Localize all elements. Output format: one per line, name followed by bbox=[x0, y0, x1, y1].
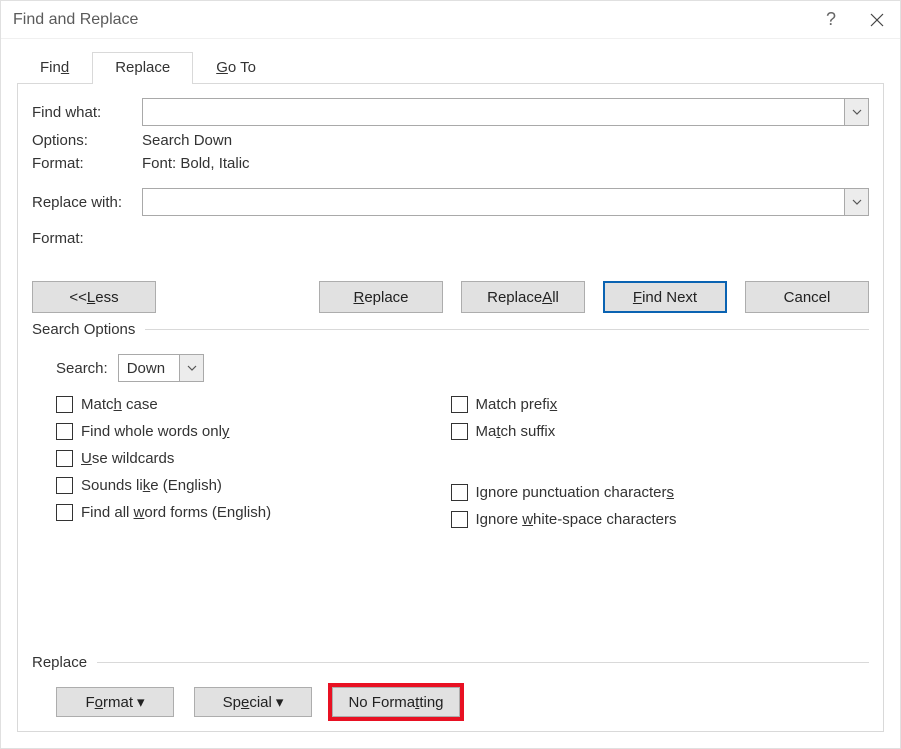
find-what-dropdown[interactable] bbox=[844, 99, 868, 125]
chevron-down-icon bbox=[187, 365, 197, 371]
search-direction-select[interactable]: Down bbox=[118, 354, 204, 382]
checkbox-icon bbox=[451, 511, 468, 528]
chevron-down-icon bbox=[852, 199, 862, 205]
less-button[interactable]: << Less bbox=[32, 281, 156, 313]
checkbox-columns: Match case Find whole words only Use wil… bbox=[32, 396, 869, 538]
match-suffix-checkbox[interactable]: Match suffix bbox=[451, 423, 870, 440]
search-direction-label: Search: bbox=[56, 360, 108, 377]
checkbox-icon bbox=[56, 504, 73, 521]
tab-find[interactable]: Find bbox=[17, 52, 92, 84]
ignore-whitespace-checkbox[interactable]: Ignore white-space characters bbox=[451, 511, 870, 528]
search-direction-dropdown[interactable] bbox=[179, 355, 203, 381]
replace-with-label: Replace with: bbox=[32, 194, 142, 211]
format-row: Format: Font: Bold, Italic bbox=[32, 155, 869, 172]
word-forms-checkbox[interactable]: Find all word forms (English) bbox=[56, 504, 451, 521]
tab-replace[interactable]: Replace bbox=[92, 52, 193, 84]
close-button[interactable] bbox=[854, 1, 900, 39]
replace-section-legend: Replace bbox=[32, 654, 97, 671]
find-what-text[interactable] bbox=[143, 99, 844, 125]
replace-with-dropdown[interactable] bbox=[844, 189, 868, 215]
format-value: Font: Bold, Italic bbox=[142, 155, 250, 172]
tab-strip: Find Replace Go To bbox=[17, 51, 884, 83]
checkbox-icon bbox=[56, 477, 73, 494]
sounds-like-checkbox[interactable]: Sounds like (English) bbox=[56, 477, 451, 494]
replace-section-buttons: Format ▾ Special ▾ No Formatting bbox=[56, 687, 869, 717]
checkbox-icon bbox=[451, 484, 468, 501]
checkbox-icon bbox=[56, 396, 73, 413]
chevron-down-icon bbox=[852, 109, 862, 115]
search-options-legend: Search Options bbox=[32, 321, 145, 338]
format-label: Format: bbox=[32, 155, 142, 172]
caret-down-icon: ▾ bbox=[276, 693, 284, 711]
action-button-row: << Less Replace Replace All Find Next Ca… bbox=[32, 281, 869, 313]
help-button[interactable]: ? bbox=[808, 1, 854, 39]
caret-down-icon: ▾ bbox=[137, 693, 145, 711]
cancel-button[interactable]: Cancel bbox=[745, 281, 869, 313]
dialog-window: Find and Replace ? Find Replace Go To Fi… bbox=[0, 0, 901, 749]
tab-goto[interactable]: Go To bbox=[193, 52, 279, 84]
checkbox-icon bbox=[451, 396, 468, 413]
dialog-title: Find and Replace bbox=[13, 11, 808, 29]
titlebar: Find and Replace ? bbox=[1, 1, 900, 39]
find-what-input[interactable] bbox=[142, 98, 869, 126]
checkbox-icon bbox=[56, 423, 73, 440]
options-row: Options: Search Down bbox=[32, 132, 869, 149]
replace-section-divider: Replace bbox=[32, 654, 869, 671]
match-prefix-checkbox[interactable]: Match prefix bbox=[451, 396, 870, 413]
format-button[interactable]: Format ▾ bbox=[56, 687, 174, 717]
replace-with-row: Replace with: bbox=[32, 188, 869, 216]
tab-panel: Find what: Options: Search Down Format: … bbox=[17, 83, 884, 732]
find-what-row: Find what: bbox=[32, 98, 869, 126]
options-value: Search Down bbox=[142, 132, 232, 149]
checkbox-icon bbox=[451, 423, 468, 440]
replace-all-button[interactable]: Replace All bbox=[461, 281, 585, 313]
replace-with-text[interactable] bbox=[143, 189, 844, 215]
find-next-button[interactable]: Find Next bbox=[603, 281, 727, 313]
match-case-checkbox[interactable]: Match case bbox=[56, 396, 451, 413]
special-button[interactable]: Special ▾ bbox=[194, 687, 312, 717]
format2-row: Format: bbox=[32, 230, 869, 247]
find-what-label: Find what: bbox=[32, 104, 142, 121]
dialog-content: Find Replace Go To Find what: Options: S… bbox=[1, 39, 900, 748]
whole-words-checkbox[interactable]: Find whole words only bbox=[56, 423, 451, 440]
search-direction-row: Search: Down bbox=[56, 354, 869, 382]
highlight-annotation: No Formatting bbox=[328, 683, 464, 721]
ignore-punct-checkbox[interactable]: Ignore punctuation characters bbox=[451, 484, 870, 501]
options-label: Options: bbox=[32, 132, 142, 149]
search-direction-value: Down bbox=[119, 355, 179, 381]
format2-label: Format: bbox=[32, 230, 142, 247]
close-icon bbox=[870, 13, 884, 27]
search-options-divider: Search Options bbox=[32, 321, 869, 338]
checkbox-col-left: Match case Find whole words only Use wil… bbox=[32, 396, 451, 538]
replace-button[interactable]: Replace bbox=[319, 281, 443, 313]
replace-with-input[interactable] bbox=[142, 188, 869, 216]
wildcards-checkbox[interactable]: Use wildcards bbox=[56, 450, 451, 467]
no-formatting-button[interactable]: No Formatting bbox=[332, 687, 460, 717]
checkbox-icon bbox=[56, 450, 73, 467]
checkbox-col-right: Match prefix Match suffix Ignore punctua… bbox=[451, 396, 870, 538]
